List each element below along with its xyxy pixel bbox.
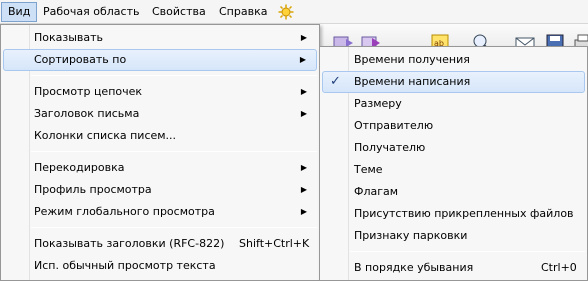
sort-by-submenu: Времени получения ✓ Времени написания Ра…	[319, 46, 588, 281]
shortcut-label: Ctrl+0	[541, 261, 577, 274]
check-icon: ✓	[330, 74, 341, 89]
menu-item-label: Размеру	[354, 97, 402, 110]
menu-item-threads[interactable]: Просмотр цепочек ▶	[3, 81, 317, 103]
menu-item-label: Заголовок письма	[34, 107, 140, 120]
app-window: Вид Рабочая область Свойства Справка ab	[0, 0, 588, 281]
menu-item-label: Перекодировка	[34, 161, 125, 174]
menu-view[interactable]: Вид	[1, 2, 38, 22]
shortcut-label: Shift+Ctrl+K	[239, 237, 310, 250]
menu-separator	[31, 75, 317, 76]
menu-item-show[interactable]: Показывать ▶	[3, 27, 317, 49]
menu-item-label: Получателю	[354, 141, 426, 154]
sun-icon[interactable]	[278, 4, 294, 20]
menu-item-encoding[interactable]: Перекодировка ▶	[3, 157, 317, 179]
submenu-arrow-icon: ▶	[300, 109, 307, 118]
submenu-arrow-icon: ▶	[299, 55, 306, 64]
sort-item-received-time[interactable]: Времени получения	[322, 49, 585, 71]
submenu-arrow-icon: ▶	[300, 87, 307, 96]
menu-item-label: Присутствию прикрепленных файлов	[354, 207, 574, 220]
menu-item-plain-text-view[interactable]: Исп. обычный просмотр текста	[3, 255, 317, 277]
sort-item-descending[interactable]: В порядке убывания Ctrl+0	[322, 257, 585, 279]
menu-item-label: Времени получения	[354, 53, 470, 66]
submenu-arrow-icon: ▶	[300, 33, 307, 42]
menu-item-label: Показывать заголовки (RFC-822)	[34, 237, 225, 250]
menu-properties[interactable]: Свойства	[146, 2, 212, 22]
sort-item-recipient[interactable]: Получателю	[322, 137, 585, 159]
sort-item-subject[interactable]: Теме	[322, 159, 585, 181]
menu-separator	[31, 151, 317, 152]
submenu-arrow-icon: ▶	[300, 185, 307, 194]
menu-item-label: Признаку парковки	[354, 229, 468, 242]
menu-item-label: Показывать	[34, 31, 104, 44]
menu-item-label: Просмотр цепочек	[34, 85, 143, 98]
sort-item-flags[interactable]: Флагам	[322, 181, 585, 203]
menu-item-global-view-mode[interactable]: Режим глобального просмотра ▶	[3, 201, 317, 223]
sort-item-parking[interactable]: Признаку парковки	[322, 225, 585, 247]
menu-item-label: Профиль просмотра	[34, 183, 152, 196]
menu-separator	[350, 251, 585, 252]
menu-item-label: Исп. обычный просмотр текста	[34, 259, 216, 272]
view-menu: Показывать ▶ Сортировать по ▶ Просмотр ц…	[0, 24, 320, 281]
menu-item-sort-by[interactable]: Сортировать по ▶	[3, 49, 317, 71]
menu-workspace[interactable]: Рабочая область	[37, 2, 145, 22]
menu-item-label: Времени написания	[354, 75, 471, 88]
menu-item-label: Отправителю	[354, 119, 434, 132]
menu-item-label: Колонки списка писем...	[34, 129, 177, 142]
menu-item-label: Режим глобального просмотра	[34, 205, 215, 218]
menu-item-label: Теме	[354, 163, 383, 176]
menu-item-label: Сортировать по	[34, 53, 127, 66]
submenu-arrow-icon: ▶	[300, 163, 307, 172]
sort-item-sender[interactable]: Отправителю	[322, 115, 585, 137]
menu-help[interactable]: Справка	[213, 2, 273, 22]
menu-item-show-headers[interactable]: Показывать заголовки (RFC-822) Shift+Ctr…	[3, 233, 317, 255]
sort-item-size[interactable]: Размеру	[322, 93, 585, 115]
menu-item-view-profile[interactable]: Профиль просмотра ▶	[3, 179, 317, 201]
menu-item-label: Флагам	[354, 185, 399, 198]
menu-item-label: В порядке убывания	[354, 261, 474, 274]
sort-item-attachments[interactable]: Присутствию прикрепленных файлов	[322, 203, 585, 225]
menu-separator	[31, 227, 317, 228]
menu-item-message-header[interactable]: Заголовок письма ▶	[3, 103, 317, 125]
menu-item-list-columns[interactable]: Колонки списка писем...	[3, 125, 317, 147]
menubar: Вид Рабочая область Свойства Справка	[0, 0, 588, 24]
submenu-arrow-icon: ▶	[300, 207, 307, 216]
sort-item-sent-time[interactable]: ✓ Времени написания	[322, 71, 585, 93]
